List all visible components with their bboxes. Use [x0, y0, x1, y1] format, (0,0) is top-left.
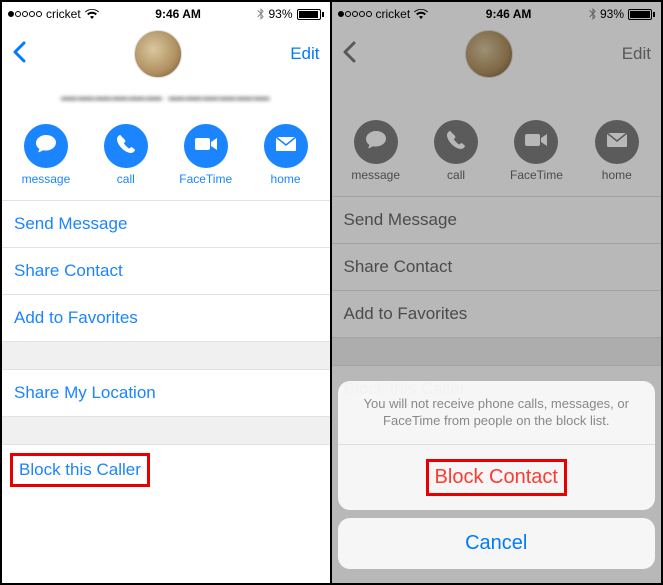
sheet-message: You will not receive phone calls, messag…: [338, 381, 656, 445]
phone-right: cricket 9:46 AM 93% Edit: [332, 2, 662, 583]
status-time: 9:46 AM: [486, 7, 532, 21]
avatar[interactable]: [465, 30, 513, 78]
edit-button[interactable]: Edit: [622, 44, 651, 64]
share-contact-row[interactable]: Share Contact: [2, 247, 330, 294]
home-action[interactable]: home: [250, 124, 322, 186]
phone-icon: [446, 130, 466, 155]
options-list: Send Message Share Contact Add to Favori…: [2, 200, 330, 495]
list-gap: [332, 337, 662, 365]
block-contact-button[interactable]: Block Contact: [338, 445, 656, 510]
message-icon: [365, 130, 387, 155]
battery-icon: [628, 9, 655, 20]
facetime-label: FaceTime: [510, 168, 563, 182]
quick-actions: message call FaceTime home: [2, 114, 330, 200]
nav-bar: Edit: [332, 24, 662, 90]
wifi-icon: [85, 9, 99, 20]
battery-pct: 93%: [600, 7, 624, 21]
carrier-label: cricket: [376, 7, 411, 21]
nav-bar: Edit: [2, 24, 330, 90]
contact-name: —————— ——————: [2, 90, 330, 114]
message-label: message: [351, 168, 400, 182]
send-message-row[interactable]: Send Message: [2, 200, 330, 247]
block-caller-label: Block this Caller: [19, 460, 141, 479]
block-caller-row[interactable]: Block this Caller: [2, 444, 330, 495]
action-sheet: You will not receive phone calls, messag…: [338, 381, 656, 577]
phone-left: cricket 9:46 AM 93% Edit —————— ——————: [2, 2, 332, 583]
status-bar: cricket 9:46 AM 93%: [2, 2, 330, 24]
edit-button[interactable]: Edit: [290, 44, 319, 64]
bluetooth-icon: [589, 8, 596, 20]
avatar[interactable]: [134, 30, 182, 78]
phone-icon: [116, 134, 136, 159]
call-action[interactable]: call: [420, 120, 492, 182]
home-label: home: [271, 172, 301, 186]
options-list: Send Message Share Contact Add to Favori…: [332, 196, 662, 412]
message-action[interactable]: message: [340, 120, 412, 182]
send-message-row[interactable]: Send Message: [332, 196, 662, 243]
mail-icon: [275, 136, 297, 157]
share-contact-row[interactable]: Share Contact: [332, 243, 662, 290]
battery-pct: 93%: [268, 7, 292, 21]
video-icon: [524, 132, 548, 153]
facetime-action[interactable]: FaceTime: [170, 124, 242, 186]
home-action[interactable]: home: [581, 120, 653, 182]
back-button[interactable]: [12, 38, 26, 70]
video-icon: [194, 136, 218, 157]
highlight-box: Block this Caller: [10, 453, 150, 487]
back-button[interactable]: [342, 38, 356, 70]
share-location-row[interactable]: Share My Location: [2, 369, 330, 416]
battery-icon: [297, 9, 324, 20]
quick-actions: message call FaceTime home: [332, 90, 662, 196]
cancel-button[interactable]: Cancel: [338, 518, 656, 569]
call-action[interactable]: call: [90, 124, 162, 186]
mail-icon: [606, 132, 628, 153]
signal-icon: [8, 11, 42, 17]
call-label: call: [117, 172, 135, 186]
facetime-action[interactable]: FaceTime: [500, 120, 572, 182]
message-action[interactable]: message: [10, 124, 82, 186]
bluetooth-icon: [257, 8, 264, 20]
highlight-box: Block Contact: [426, 459, 567, 496]
call-label: call: [447, 168, 465, 182]
signal-icon: [338, 11, 372, 17]
add-favorites-row[interactable]: Add to Favorites: [2, 294, 330, 341]
status-bar: cricket 9:46 AM 93%: [332, 2, 662, 24]
carrier-label: cricket: [46, 7, 81, 21]
facetime-label: FaceTime: [179, 172, 232, 186]
status-time: 9:46 AM: [155, 7, 201, 21]
home-label: home: [602, 168, 632, 182]
message-label: message: [22, 172, 71, 186]
list-gap: [2, 341, 330, 369]
add-favorites-row[interactable]: Add to Favorites: [332, 290, 662, 337]
list-gap: [2, 416, 330, 444]
message-icon: [35, 134, 57, 159]
wifi-icon: [414, 9, 428, 20]
block-contact-label: Block Contact: [435, 466, 558, 488]
